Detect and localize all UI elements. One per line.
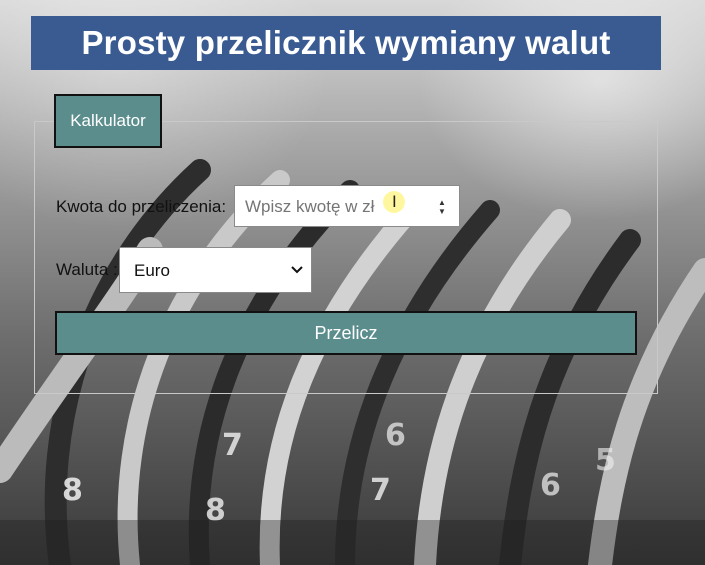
amount-label: Kwota do przeliczenia: bbox=[56, 197, 227, 216]
convert-button[interactable]: Przelicz bbox=[55, 311, 637, 355]
calculator-legend: Kalkulator bbox=[54, 94, 162, 148]
text-cursor-icon: I bbox=[392, 192, 397, 211]
svg-text:7: 7 bbox=[222, 428, 243, 463]
svg-text:8: 8 bbox=[62, 473, 83, 508]
page-title: Prosty przelicznik wymiany walut bbox=[81, 24, 611, 61]
legend-label: Kalkulator bbox=[70, 111, 146, 130]
svg-text:7: 7 bbox=[370, 473, 391, 508]
convert-button-label: Przelicz bbox=[314, 322, 378, 343]
amount-input[interactable]: Wpisz kwotę w zł ▲ ▼ bbox=[234, 185, 460, 227]
currency-label: Waluta : bbox=[56, 260, 118, 279]
svg-text:6: 6 bbox=[385, 418, 406, 453]
chevron-down-icon bbox=[291, 262, 303, 278]
currency-selected-value: Euro bbox=[134, 261, 170, 280]
currency-select[interactable]: Euro bbox=[119, 247, 312, 293]
number-spinner-icon[interactable]: ▲ ▼ bbox=[437, 198, 447, 216]
svg-text:6: 6 bbox=[540, 468, 561, 503]
svg-text:5: 5 bbox=[595, 443, 616, 478]
page-header: Prosty przelicznik wymiany walut bbox=[31, 16, 661, 70]
